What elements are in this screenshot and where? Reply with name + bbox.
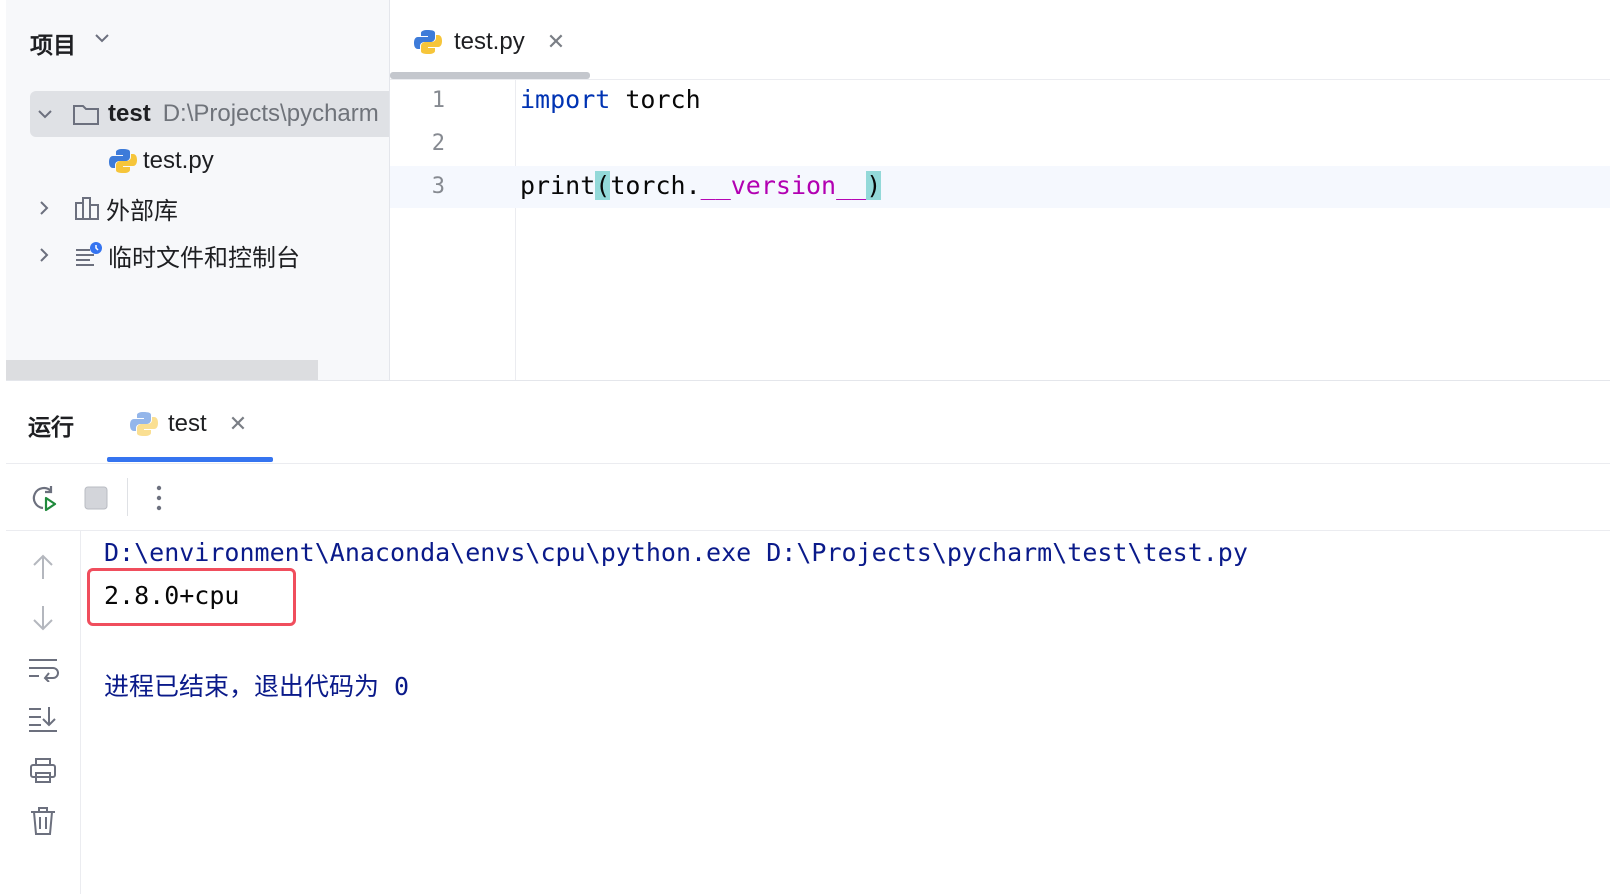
line-number: 3 xyxy=(431,174,445,199)
line-number: 2 xyxy=(431,131,445,156)
project-panel-title: 项目 xyxy=(30,32,76,58)
soft-wrap-icon[interactable] xyxy=(26,654,60,684)
code-function: print xyxy=(520,171,596,200)
close-icon[interactable]: ✕ xyxy=(229,412,247,437)
tree-item-label: test.py xyxy=(143,147,214,174)
tree-item-label: test xyxy=(108,100,151,127)
tree-item-label: 外部库 xyxy=(106,197,178,225)
library-icon xyxy=(74,195,102,221)
editor-tab-bar xyxy=(390,0,1610,80)
console-output-line: 2.8.0+cpu xyxy=(104,581,240,610)
python-icon xyxy=(109,147,137,175)
trash-icon[interactable] xyxy=(26,805,60,837)
run-panel-title: 运行 xyxy=(28,414,74,440)
line-number: 1 xyxy=(431,88,445,113)
tab-label: test xyxy=(168,410,207,437)
tree-item-scratches[interactable]: 临时文件和控制台 xyxy=(6,232,389,278)
scroll-end-icon[interactable] xyxy=(26,704,60,734)
code-text: torch xyxy=(610,85,701,114)
code-brace-match: ( xyxy=(595,171,611,200)
folder-icon xyxy=(72,102,100,126)
tree-item-label: 临时文件和控制台 xyxy=(108,244,300,272)
code-text: torch. xyxy=(610,171,701,200)
editor-gutter xyxy=(390,80,516,380)
console-exit-message: 进程已结束，退出代码为 0 xyxy=(104,672,410,701)
python-icon xyxy=(414,28,442,56)
run-toolbar xyxy=(6,464,1610,531)
chevron-right-icon[interactable] xyxy=(34,245,54,265)
code-brace-match: ) xyxy=(866,171,882,200)
python-icon xyxy=(130,410,158,438)
tab-label: test.py xyxy=(454,28,525,55)
tree-item-external-libraries[interactable]: 外部库 xyxy=(6,185,389,231)
tree-item-test-py[interactable]: test.py xyxy=(6,138,389,184)
active-tab-indicator xyxy=(390,72,590,79)
console-command-line: D:\environment\Anaconda\envs\cpu\python.… xyxy=(104,538,1248,567)
horizontal-scrollbar[interactable] xyxy=(6,360,318,380)
code-line-1[interactable]: import torch xyxy=(520,85,701,114)
rerun-icon[interactable] xyxy=(28,482,60,514)
stop-icon[interactable] xyxy=(82,484,110,512)
tree-item-path: D:\Projects\pycharm xyxy=(162,100,379,127)
toolbar-separator xyxy=(127,478,128,516)
up-arrow-icon[interactable] xyxy=(28,552,58,582)
scratch-icon xyxy=(74,241,104,269)
chevron-right-icon[interactable] xyxy=(34,198,54,218)
code-dunder: __version__ xyxy=(700,171,867,200)
active-tab-indicator xyxy=(107,457,273,462)
chevron-down-icon[interactable] xyxy=(92,28,112,52)
down-arrow-icon[interactable] xyxy=(28,603,58,633)
tree-item-test-root[interactable]: test D:\Projects\pycharm xyxy=(30,91,389,137)
print-icon[interactable] xyxy=(26,755,60,785)
code-keyword: import xyxy=(520,85,611,114)
run-tab-test[interactable]: test ✕ xyxy=(130,404,247,444)
tab-test-py[interactable]: test.py ✕ xyxy=(414,22,565,62)
project-panel: 项目 test D:\Projects\pycharm test.py 外部库 xyxy=(6,0,390,380)
close-icon[interactable]: ✕ xyxy=(547,30,565,55)
chevron-down-icon[interactable] xyxy=(34,103,56,125)
more-icon[interactable] xyxy=(148,482,170,514)
code-line-3[interactable]: print(torch.__version__) xyxy=(520,171,882,200)
